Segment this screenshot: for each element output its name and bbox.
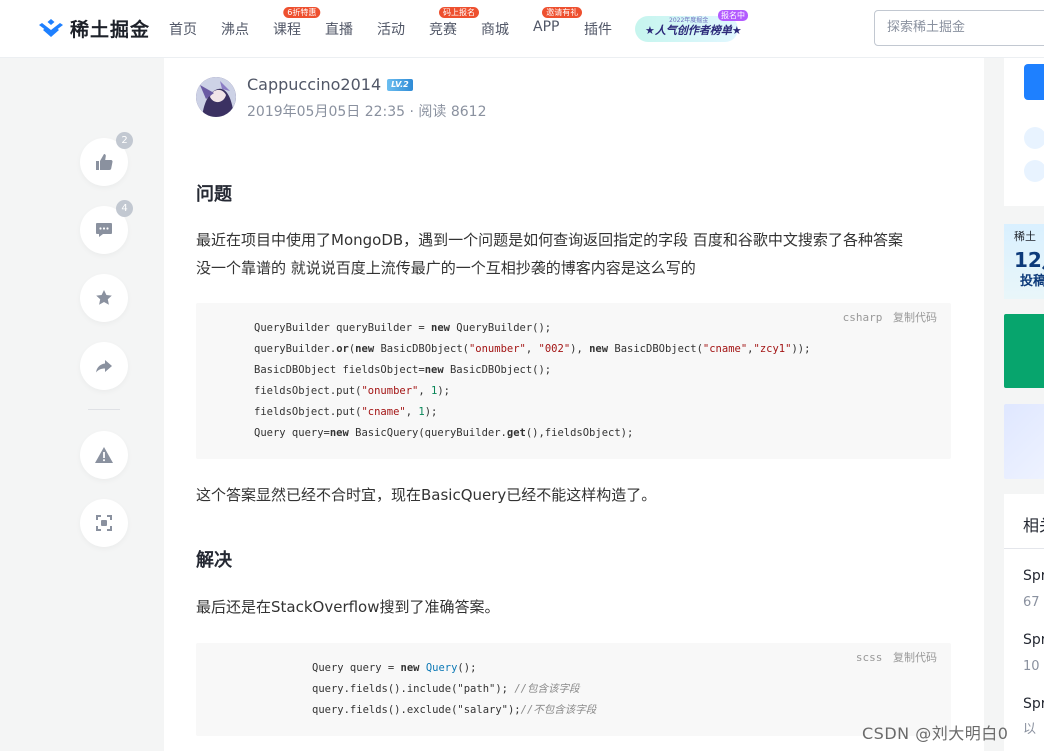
nav-app-badge: 邀请有礼 [542,7,583,18]
comment-icon [96,223,112,237]
thumbs-up-icon [96,154,113,170]
related-heading: 相关 [1023,516,1044,535]
csdn-watermark: CSDN @刘大明白0 [862,724,1009,743]
avatar-image [196,77,236,117]
nav-shop[interactable]: 商城 [481,19,509,39]
nav-plugins-label: 插件 [584,22,612,38]
nav-courses[interactable]: 课程 6折特惠 [273,7,321,39]
logo-text: 稀土掘金 [70,18,151,41]
code-line: Query query = new Query(); [312,662,477,674]
share-icon [96,360,112,373]
code-line: BasicDBObject fieldsObject=new BasicDBOb… [254,364,552,376]
nav-home[interactable]: 首页 [169,19,197,39]
creator-ranking-promo[interactable]: 2022年度掘金 ★人气创作者榜单★ 报名中 [635,10,748,42]
banner-brand: 稀土 [1014,230,1036,243]
paragraph-problem-2: 没一个靠谱的 就说说百度上流传最广的一个互相抄袭的博客内容是这么写的 [196,259,696,277]
nav-plugins[interactable]: 插件 [584,19,612,39]
article-body: Cappuccino2014 LV.2 2019年05月05日 22:35 · … [164,58,984,751]
nav-pins-label: 沸点 [221,22,249,38]
favorite-button[interactable] [80,274,128,322]
banner-date: 12月 [1014,248,1044,272]
nav-home-label: 首页 [169,22,197,38]
related-articles: 相关 Spr 67 Spr 10 Spr 以 [1004,494,1044,751]
nav-live-label: 直播 [325,22,353,38]
code-line: fieldsObject.put("cname", 1); [254,406,438,418]
article-meta: 2019年05月05日 22:35 · 阅读 8612 [247,104,487,120]
follow-button[interactable] [1024,64,1044,100]
comment-button[interactable]: 4 [80,200,133,254]
fullscreen-button[interactable] [80,499,128,547]
nav-app-label: APP [533,19,560,35]
related-item-title[interactable]: Spr [1023,632,1044,648]
code-line: query.fields().include("path"); //包含该字段 [312,683,580,695]
report-button[interactable] [80,431,128,479]
sidebar-banner-green[interactable] [1004,314,1044,388]
focus-mode-icon [96,515,112,531]
code-block-csharp-header: csharp 复制代码 [843,309,937,325]
code-line: fieldsObject.put("onumber", 1); [254,385,451,397]
juejin-logo[interactable]: 稀土掘金 [37,14,150,42]
likes-stat-icon [1024,127,1044,149]
nav-shop-label: 商城 [481,22,509,38]
star-icon [96,290,112,305]
related-item-title[interactable]: Spr [1023,568,1044,584]
share-button[interactable] [80,342,128,390]
paragraph-solution: 最后还是在StackOverflow搜到了准确答案。 [196,598,500,616]
like-button[interactable]: 2 [80,132,133,186]
nav-courses-label: 课程 [273,22,301,38]
related-item-meta: 以 [1023,722,1037,737]
code-block-csharp: csharp 复制代码 QueryBuilder queryBuilder = … [196,303,951,459]
promo-text: ★人气创作者榜单★ [645,24,742,37]
nav-contest-label: 竞赛 [429,22,457,38]
paragraph-outdated: 这个答案显然已经不合时宜，现在BasicQuery已经不能这样构造了。 [196,486,657,504]
warning-icon [95,447,113,463]
code-block-scss-header: scss 复制代码 [856,649,937,665]
code-line: QueryBuilder queryBuilder = new QueryBui… [254,322,552,334]
nav-live[interactable]: 直播 [325,19,353,39]
nav-contest-badge: 码上报名 [439,7,479,18]
author-info: Cappuccino2014 LV.2 [247,75,413,94]
related-item-meta: 67 [1023,595,1040,610]
code-line: Query query=new BasicQuery(queryBuilder.… [254,427,634,439]
author-level-badge: LV.2 [387,78,413,91]
sidebar-banner-light[interactable] [1004,404,1044,479]
code-lang-label: csharp [842,311,883,324]
views-stat-icon [1024,160,1044,182]
copy-code-button[interactable]: 复制代码 [893,651,937,664]
related-item-title[interactable]: Spr [1023,696,1044,712]
search-input[interactable] [875,11,1044,44]
nav-pins[interactable]: 沸点 [221,19,249,39]
top-navbar: 稀土掘金 首页 沸点 课程 6折特惠 直播 活动 竞赛 码上报名 商城 APP 邀请有… [0,0,1044,58]
related-divider [1004,548,1044,549]
code-line: query.fields().exclude("salary");//不包含该字… [312,704,597,716]
banner-cta: 投稿 [1020,274,1044,289]
promo-tag: 报名中 [718,10,748,21]
nav-app[interactable]: APP 邀请有礼 [533,7,583,35]
search-box [874,10,1044,46]
nav-courses-badge: 6折特惠 [283,7,321,18]
comment-count: 4 [116,200,133,217]
paragraph-problem-1: 最近在项目中使用了MongoDB，遇到一个问题是如何查询返回指定的字段 百度和谷… [196,231,903,249]
author-name[interactable]: Cappuccino2014 [247,75,381,94]
author-avatar[interactable] [196,77,236,117]
code-block-scss: scss 复制代码 Query query = new Query(); que… [196,643,951,736]
heading-problem: 问题 [196,184,232,205]
heading-solution: 解决 [196,550,232,571]
code-line: queryBuilder.or(new BasicDBObject("onumb… [254,343,811,355]
rail-divider [88,409,120,410]
juejin-logo-icon [39,19,63,37]
like-count: 2 [116,132,133,149]
copy-code-button[interactable]: 复制代码 [893,311,937,324]
nav-events[interactable]: 活动 [377,19,405,39]
nav-contest[interactable]: 竞赛 码上报名 [429,7,479,39]
nav-events-label: 活动 [377,22,405,38]
code-lang-label: scss [855,651,883,664]
sidebar-banner-event[interactable]: 稀土 12月 投稿 [1004,224,1044,299]
related-item-meta: 10 [1023,659,1040,674]
